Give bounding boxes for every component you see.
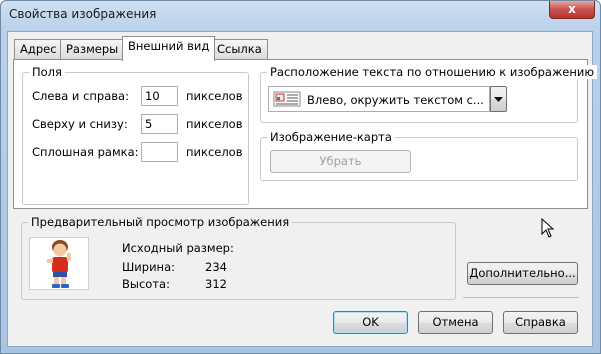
- tab-link[interactable]: Ссылка: [211, 39, 268, 59]
- appearance-panel: Поля Слева и справа: 10 пикселов Сверху …: [13, 59, 598, 209]
- button-separator: [463, 297, 579, 298]
- tab-dimensions[interactable]: Размеры: [60, 39, 125, 59]
- horizontal-spacing-input[interactable]: 10: [141, 86, 178, 106]
- original-size-label: Исходный размер:: [122, 241, 234, 255]
- border-input[interactable]: [141, 142, 178, 162]
- vertical-spacing-input[interactable]: 5: [141, 114, 178, 134]
- preview-image: [47, 240, 71, 288]
- advanced-button[interactable]: Дополнительно...: [467, 262, 578, 285]
- preview-legend: Предварительный просмотр изображения: [28, 215, 293, 229]
- text-wrap-selected-value: Влево, окружить текстом с...: [307, 93, 484, 107]
- vertical-unit-label: пикселов: [186, 117, 243, 131]
- text-wrap-legend: Расположение текста по отношению к изобр…: [267, 65, 598, 79]
- border-label: Сплошная рамка:: [32, 145, 139, 159]
- mouse-cursor-icon: [541, 218, 555, 238]
- cancel-button[interactable]: Отмена: [418, 311, 493, 334]
- ok-button[interactable]: OK: [333, 311, 408, 334]
- text-wrap-select[interactable]: Влево, окружить текстом с...: [268, 86, 490, 112]
- width-label: Ширина:: [122, 260, 175, 274]
- close-icon: x: [568, 2, 576, 16]
- horizontal-unit-label: пикселов: [186, 89, 243, 103]
- window-title: Свойства изображения: [9, 7, 157, 21]
- vertical-spacing-label: Сверху и снизу:: [32, 117, 128, 131]
- horizontal-spacing-label: Слева и справа:: [32, 89, 129, 103]
- spacing-legend: Поля: [29, 65, 65, 79]
- remove-image-map-button[interactable]: Убрать: [270, 150, 411, 173]
- preview-image-frame: [29, 237, 89, 290]
- border-unit-label: пикселов: [186, 145, 243, 159]
- text-wrap-dropdown-button[interactable]: [490, 86, 507, 112]
- tab-address[interactable]: Адрес: [14, 39, 63, 59]
- chevron-down-icon: [494, 96, 503, 102]
- wrap-left-icon: [273, 91, 301, 107]
- image-map-legend: Изображение-карта: [267, 130, 395, 144]
- tab-appearance[interactable]: Внешний вид: [122, 36, 216, 61]
- help-button[interactable]: Справка: [503, 311, 578, 334]
- height-value: 312: [205, 277, 227, 291]
- close-button[interactable]: x: [549, 1, 595, 19]
- width-value: 234: [205, 260, 227, 274]
- height-label: Высота:: [122, 277, 170, 291]
